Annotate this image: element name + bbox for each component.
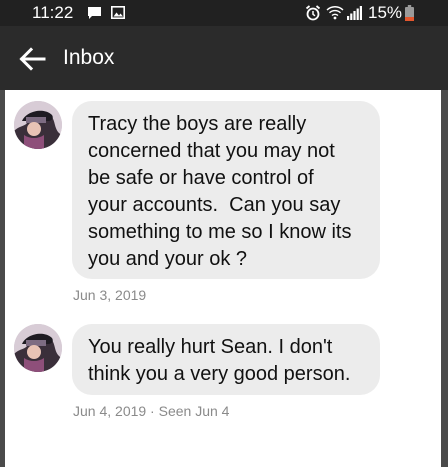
app-bar: Inbox xyxy=(0,26,448,90)
profile-photo xyxy=(14,324,62,372)
message-line: think you a very good person. xyxy=(88,363,351,385)
message-line: be safe or have control of xyxy=(88,167,314,189)
signal-icon xyxy=(347,6,362,20)
status-bar: 11:22 15% xyxy=(0,0,448,26)
message-line: something to me so I know its xyxy=(88,221,352,243)
right-edge-divider xyxy=(441,90,448,467)
left-edge-divider xyxy=(0,90,5,467)
battery-percent: 15% xyxy=(368,3,403,22)
message-bubble[interactable]: You really hurt Sean. I don't think you … xyxy=(72,324,380,395)
message-line: You really hurt Sean. I don't xyxy=(88,336,333,358)
image-icon xyxy=(111,6,125,19)
message-bubble[interactable]: Tracy the boys are really concerned that… xyxy=(72,101,380,279)
wifi-icon xyxy=(326,6,344,20)
message-timestamp: Jun 4, 2019 · Seen Jun 4 xyxy=(73,403,230,419)
alarm-icon xyxy=(305,5,321,21)
avatar[interactable] xyxy=(14,101,62,149)
profile-photo xyxy=(14,101,62,149)
message-line: Tracy the boys are really xyxy=(88,113,307,135)
status-time: 11:22 xyxy=(32,3,74,22)
message-line: concerned that you may not xyxy=(88,140,335,162)
message-line: you and your ok ? xyxy=(88,248,247,270)
page-title: Inbox xyxy=(63,46,115,69)
arrow-left-icon xyxy=(19,47,46,71)
avatar[interactable] xyxy=(14,324,62,372)
battery-icon xyxy=(405,5,414,21)
back-button[interactable] xyxy=(16,44,48,74)
message-line: your accounts. Can you say xyxy=(88,194,341,216)
message-timestamp: Jun 3, 2019 xyxy=(73,287,147,303)
message-icon xyxy=(88,7,101,19)
